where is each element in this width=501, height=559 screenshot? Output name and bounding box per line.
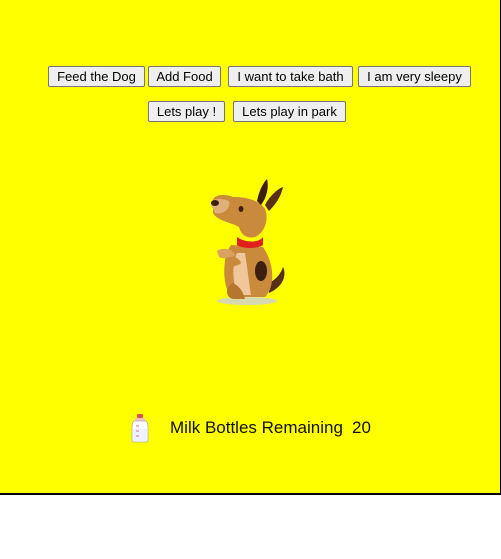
play-in-park-button[interactable]: Lets play in park [233,101,346,122]
lets-play-button[interactable]: Lets play ! [148,101,225,122]
milk-bottles-count: 20 [352,418,371,437]
very-sleepy-button[interactable]: I am very sleepy [358,66,471,87]
add-food-button[interactable]: Add Food [148,66,221,87]
game-canvas: Feed the Dog Add Food I want to take bat… [0,0,501,495]
dog-image [210,179,285,305]
feed-dog-button[interactable]: Feed the Dog [48,66,145,87]
milk-bottles-label: Milk Bottles Remaining [170,418,343,437]
milk-bottle-icon [131,414,149,443]
take-bath-button[interactable]: I want to take bath [228,66,353,87]
